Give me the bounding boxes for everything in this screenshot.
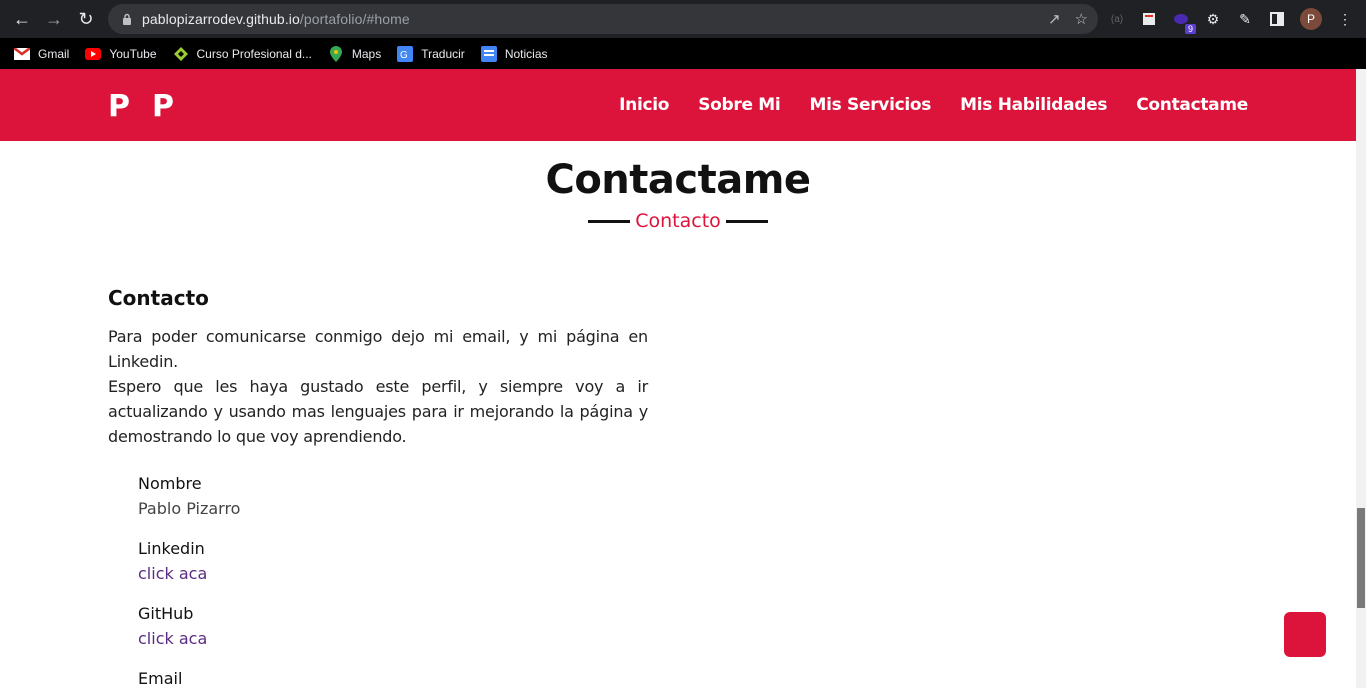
main-nav: Inicio Sobre Mi Mis Servicios Mis Habili… xyxy=(619,95,1248,115)
bookmark-youtube[interactable]: YouTube xyxy=(85,46,157,62)
github-label: GitHub xyxy=(138,604,194,623)
github-link[interactable]: click aca xyxy=(138,629,207,648)
browser-toolbar: ← → ↻ pablopizarrodev.github.io/portafol… xyxy=(0,0,1366,38)
course-icon xyxy=(173,46,189,62)
nav-inicio[interactable]: Inicio xyxy=(619,95,669,115)
svg-text:G: G xyxy=(400,50,408,61)
extensions-puzzle-icon[interactable]: ✎ xyxy=(1236,10,1254,28)
bookmark-translate[interactable]: G Traducir xyxy=(397,45,465,62)
site-header: PP Inicio Sobre Mi Mis Servicios Mis Hab… xyxy=(0,69,1356,141)
site-logo[interactable]: PP xyxy=(108,89,196,124)
divider-right xyxy=(725,219,768,223)
contact-paragraph: Para poder comunicarse conmigo dejo mi e… xyxy=(108,327,648,446)
bookmarks-bar: Gmail YouTube Curso Profesional d... Map… xyxy=(0,38,1366,69)
nombre-value: Pablo Pizarro xyxy=(138,499,241,518)
section-subtitle-row: Contacto xyxy=(588,209,768,233)
linkedin-link[interactable]: click aca xyxy=(138,564,207,583)
section-title: Contactame xyxy=(545,157,811,203)
translate-icon: G xyxy=(397,45,414,62)
nav-mis-servicios[interactable]: Mis Servicios xyxy=(809,95,931,115)
website-viewport: PP Inicio Sobre Mi Mis Servicios Mis Hab… xyxy=(0,69,1356,688)
profile-avatar[interactable]: P xyxy=(1300,8,1322,30)
content-heading: Contacto xyxy=(108,286,209,310)
menu-kebab-icon[interactable]: ⋮ xyxy=(1336,10,1354,28)
scrollbar-thumb[interactable] xyxy=(1357,508,1365,608)
extension-purple-icon[interactable]: 9 xyxy=(1172,10,1196,34)
news-icon xyxy=(480,45,497,62)
bookmark-news[interactable]: Noticias xyxy=(480,45,548,62)
contact-content: Contacto Para poder comunicarse conmigo … xyxy=(108,286,648,688)
contact-item-linkedin: Linkedin click aca xyxy=(138,536,648,586)
nav-sobre-mi[interactable]: Sobre Mi xyxy=(698,95,781,115)
extension-gear-icon[interactable]: ⚙ xyxy=(1204,10,1222,28)
back-icon[interactable]: ← xyxy=(6,3,38,35)
nav-mis-habilidades[interactable]: Mis Habilidades xyxy=(960,95,1107,115)
lock-icon[interactable] xyxy=(120,12,134,26)
bookmark-maps[interactable]: Maps xyxy=(328,45,381,62)
contact-item-email: Email xyxy=(138,666,648,688)
share-icon[interactable]: ↗ xyxy=(1048,10,1061,28)
address-bar[interactable]: pablopizarrodev.github.io/portafolio/#ho… xyxy=(108,4,1098,34)
extension-notes-icon[interactable] xyxy=(1140,10,1158,28)
section-subtitle: Contacto xyxy=(635,210,721,232)
linkedin-label: Linkedin xyxy=(138,539,205,558)
bookmark-course[interactable]: Curso Profesional d... xyxy=(173,46,312,62)
reload-icon[interactable]: ↻ xyxy=(70,3,102,35)
url-text: pablopizarrodev.github.io/portafolio/#ho… xyxy=(142,11,410,27)
bookmark-gmail[interactable]: Gmail xyxy=(14,46,69,62)
gmail-icon xyxy=(14,46,30,62)
nombre-label: Nombre xyxy=(138,474,202,493)
youtube-icon xyxy=(85,46,102,62)
contact-item-github: GitHub click aca xyxy=(138,601,648,651)
scrollbar[interactable] xyxy=(1356,69,1366,688)
nav-contactame[interactable]: Contactame xyxy=(1136,95,1248,115)
contact-item-nombre: Nombre Pablo Pizarro xyxy=(138,471,648,521)
maps-icon xyxy=(328,45,344,62)
bookmark-star-icon[interactable]: ☆ xyxy=(1075,10,1088,28)
extension-a-icon[interactable]: (a) xyxy=(1108,10,1126,28)
scroll-top-button[interactable] xyxy=(1284,612,1326,657)
divider-left xyxy=(588,219,630,223)
contact-items: Nombre Pablo Pizarro Linkedin click aca … xyxy=(108,471,648,688)
side-panel-icon[interactable] xyxy=(1268,10,1286,28)
forward-icon[interactable]: → xyxy=(38,3,70,35)
email-label: Email xyxy=(138,669,183,688)
